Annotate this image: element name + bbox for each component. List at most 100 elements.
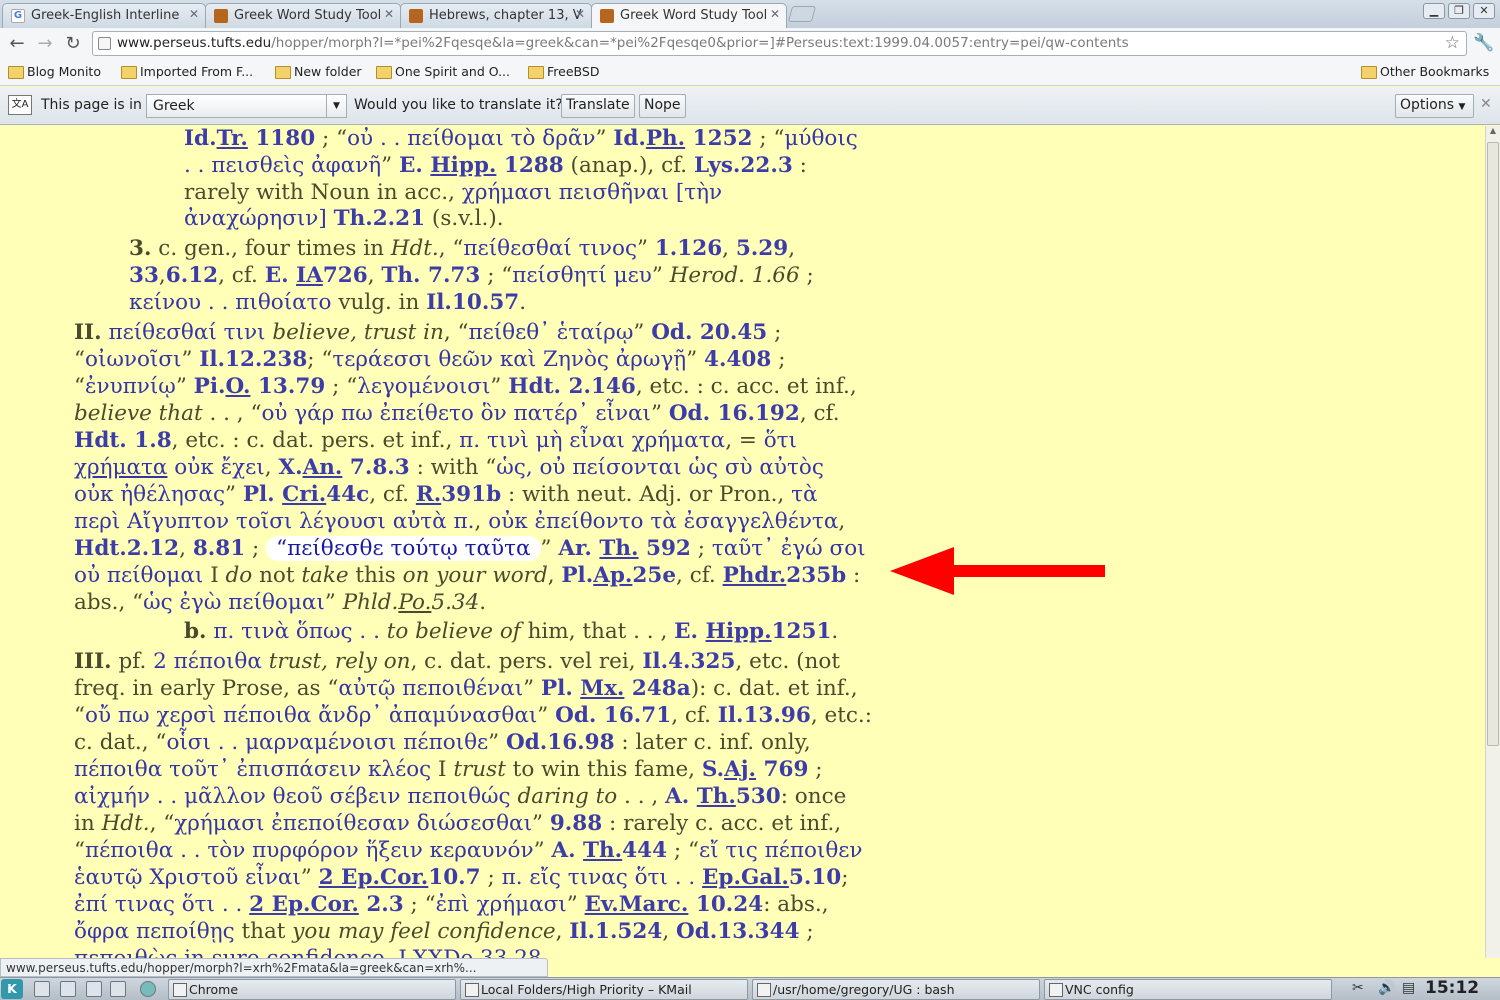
ref-link[interactable]: Hipp. xyxy=(706,619,772,644)
ref-link[interactable]: Hdt.2.12 xyxy=(74,536,179,561)
ref-link[interactable]: Th. xyxy=(697,784,736,809)
greek-quote[interactable]: πείθεθ᾽ ἑταίρῳ xyxy=(468,320,633,345)
greek-quote[interactable]: οὐκ ἠθέλησας xyxy=(74,482,225,507)
nope-button[interactable]: Nope xyxy=(639,94,686,118)
task-chrome[interactable]: Chrome xyxy=(168,979,456,1000)
ref-link[interactable]: S. xyxy=(702,757,724,782)
highlighted-greek-quote[interactable]: “πείθεσθε τούτῳ ταῦτα xyxy=(266,536,541,561)
ref-link[interactable]: 235b xyxy=(786,563,846,588)
ref-link[interactable]: 530 xyxy=(736,784,781,809)
ref-link[interactable]: Od. 16.192 xyxy=(669,401,800,426)
greek-quote[interactable]: πεποιθὼς in sure confidence, LXXDe.33.28… xyxy=(74,946,548,958)
ref-link[interactable]: 1.126 xyxy=(655,236,722,261)
ref-link[interactable]: 7.8.3 xyxy=(342,455,410,480)
greek-quote[interactable]: ὄφρα πεποίθῃς xyxy=(74,919,235,944)
ref-link[interactable]: 8.81 xyxy=(193,536,245,561)
language-select[interactable]: Greek ▼ xyxy=(146,94,347,118)
ref-link[interactable]: 10.24 xyxy=(688,892,763,917)
ref-link[interactable]: Id. xyxy=(613,126,646,151)
ref-link[interactable]: A. xyxy=(551,838,583,863)
greek-quote[interactable]: π. εἴς τινας ὅτι . . xyxy=(502,865,696,890)
bookmark-star-icon[interactable]: ☆ xyxy=(1445,32,1460,55)
greek-quote[interactable]: οὐ . . πείθομαι τὸ δρᾶν xyxy=(347,126,595,151)
vertical-scrollbar[interactable]: ▲ xyxy=(1485,126,1500,958)
greek-quote[interactable]: ἐπὶ χρήμασι xyxy=(436,892,567,917)
tab-greek-english-interlinear[interactable]: G Greek-English Interline ✕ xyxy=(2,3,206,28)
restore-icon[interactable]: ❐ xyxy=(1448,3,1470,19)
scissors-icon[interactable]: ✂ xyxy=(1352,980,1364,996)
ref-link[interactable]: Il.4.325 xyxy=(642,649,735,674)
ref-link[interactable]: Ap. xyxy=(593,563,632,588)
ref-link[interactable]: 44c xyxy=(326,482,369,507)
greek-quote[interactable]: τὰ xyxy=(791,482,817,507)
greek-quote[interactable]: . . πεισθεὶς ἀφανῆ xyxy=(184,153,381,178)
greek-quote[interactable]: οὐκ ἐπείθοντο τὰ ἐσαγγελθέντα xyxy=(488,509,838,534)
ref-link[interactable]: Th. xyxy=(583,838,622,863)
ref-link[interactable]: Th. 7.73 xyxy=(381,263,480,288)
ref-link[interactable]: Phdr. xyxy=(723,563,787,588)
greek-quote[interactable]: οἰωνοῖσι xyxy=(85,347,181,372)
ref-link[interactable]: 444 xyxy=(622,838,667,863)
task-kmail[interactable]: Local Folders/High Priority – KMail xyxy=(460,979,748,1000)
ref-link[interactable]: 4.408 xyxy=(704,347,771,372)
greek-link[interactable]: χρήματα xyxy=(74,455,167,480)
greek-quote[interactable]: περὶ Αἴγυπτον τοῖσι λέγουσι αὐτὰ π. xyxy=(74,509,475,534)
back-icon[interactable]: ← xyxy=(6,33,28,55)
wrench-menu-icon[interactable]: 🔧 xyxy=(1473,33,1494,53)
ref-link[interactable]: Tr. xyxy=(217,126,248,151)
greek-quote[interactable]: ἑαυτῷ Χριστοῦ εἶναι xyxy=(74,865,301,890)
kde-menu-icon[interactable]: K xyxy=(1,979,23,999)
ref-link[interactable]: 25e xyxy=(632,563,676,588)
greek-quote[interactable]: πείθεσθαί τινος xyxy=(463,236,637,261)
ref-link[interactable]: 1251 xyxy=(772,619,832,644)
close-icon[interactable]: ✕ xyxy=(1480,96,1492,112)
close-tab-icon[interactable]: ✕ xyxy=(575,7,585,21)
tab-greek-word-study-tool-active[interactable]: Greek Word Study Tool ✕ xyxy=(591,3,787,28)
ref-link[interactable]: Hipp. xyxy=(430,153,496,178)
pager-icon[interactable] xyxy=(86,981,102,997)
ref-link[interactable]: O. xyxy=(226,374,251,399)
ref-link[interactable]: 1252 xyxy=(685,126,753,151)
ref-link[interactable]: Id. xyxy=(184,126,217,151)
ref-link[interactable]: Po. xyxy=(398,590,431,615)
ref-link[interactable]: 6.12 xyxy=(166,263,218,288)
ref-link[interactable]: Il.10.57 xyxy=(426,290,519,315)
ref-link[interactable]: Mx. xyxy=(580,676,624,701)
close-window-icon[interactable]: ✕ xyxy=(1473,3,1495,19)
greek-quote[interactable]: π. τινὰ ὅπως . . xyxy=(213,619,380,644)
ref-link[interactable]: 2 Ep.Cor. xyxy=(319,865,429,890)
greek-quote[interactable]: χρήμασι πεισθῆναι [τὴν xyxy=(462,180,722,205)
ref-link[interactable]: 726 xyxy=(323,263,368,288)
greek-quote[interactable]: πείσθητί μευ xyxy=(512,263,652,288)
greek-quote[interactable]: ὡς, οὐ πείσονται ὡς σὺ αὐτὸς xyxy=(496,455,824,480)
bookmark-folder[interactable]: Blog Monito xyxy=(8,64,101,79)
close-tab-icon[interactable]: ✕ xyxy=(189,7,199,21)
globe-icon[interactable] xyxy=(140,981,156,997)
terminal-icon[interactable] xyxy=(110,981,126,997)
greek-quote[interactable]: λεγομένοισι xyxy=(357,374,490,399)
close-tab-icon[interactable]: ✕ xyxy=(770,7,780,21)
greek-quote[interactable]: πέποιθα . . τὸν πυρφόρον ἥξειν κεραυνόν xyxy=(85,838,534,863)
greek-quote[interactable]: κείνου . . πιθοίατο xyxy=(129,290,332,315)
ref-link[interactable]: 1288 xyxy=(496,153,564,178)
ref-link[interactable]: 592 xyxy=(639,536,691,561)
ref-link[interactable]: Il.13.96 xyxy=(718,703,811,728)
greek-quote[interactable]: ἀναχώρησιν] xyxy=(184,206,327,231)
network-icon[interactable]: ▤ xyxy=(1402,980,1415,996)
ref-link[interactable]: E. xyxy=(265,263,296,288)
ref-link[interactable]: 5.10 xyxy=(789,865,841,890)
ref-link[interactable]: Cri. xyxy=(282,482,326,507)
greek-quote[interactable]: ταῦτ᾽ ἐγώ σοι xyxy=(712,536,866,561)
desktop-icon[interactable] xyxy=(34,981,50,997)
ref-link[interactable]: Pi. xyxy=(194,374,226,399)
address-bar[interactable]: www.perseus.tufts.edu/hopper/morph?l=*pe… xyxy=(92,31,1467,56)
greek-quote[interactable]: ἐπί τινας ὅτι . . xyxy=(74,892,242,917)
ref-link[interactable]: Il.1.524 xyxy=(569,919,662,944)
translate-button[interactable]: Translate xyxy=(561,94,635,118)
greek-quote[interactable]: οὐ γάρ πω ἐπείθετο ὃν πατέρ᾽ εἶναι xyxy=(261,401,651,426)
volume-icon[interactable]: 🔊 xyxy=(1378,980,1395,996)
ref-link[interactable]: Od.16.98 xyxy=(506,730,615,755)
ref-link[interactable]: Il.12.238 xyxy=(199,347,307,372)
bookmark-folder[interactable]: Imported From F... xyxy=(121,64,253,79)
ref-link[interactable]: Lys.22.3 xyxy=(694,153,793,178)
